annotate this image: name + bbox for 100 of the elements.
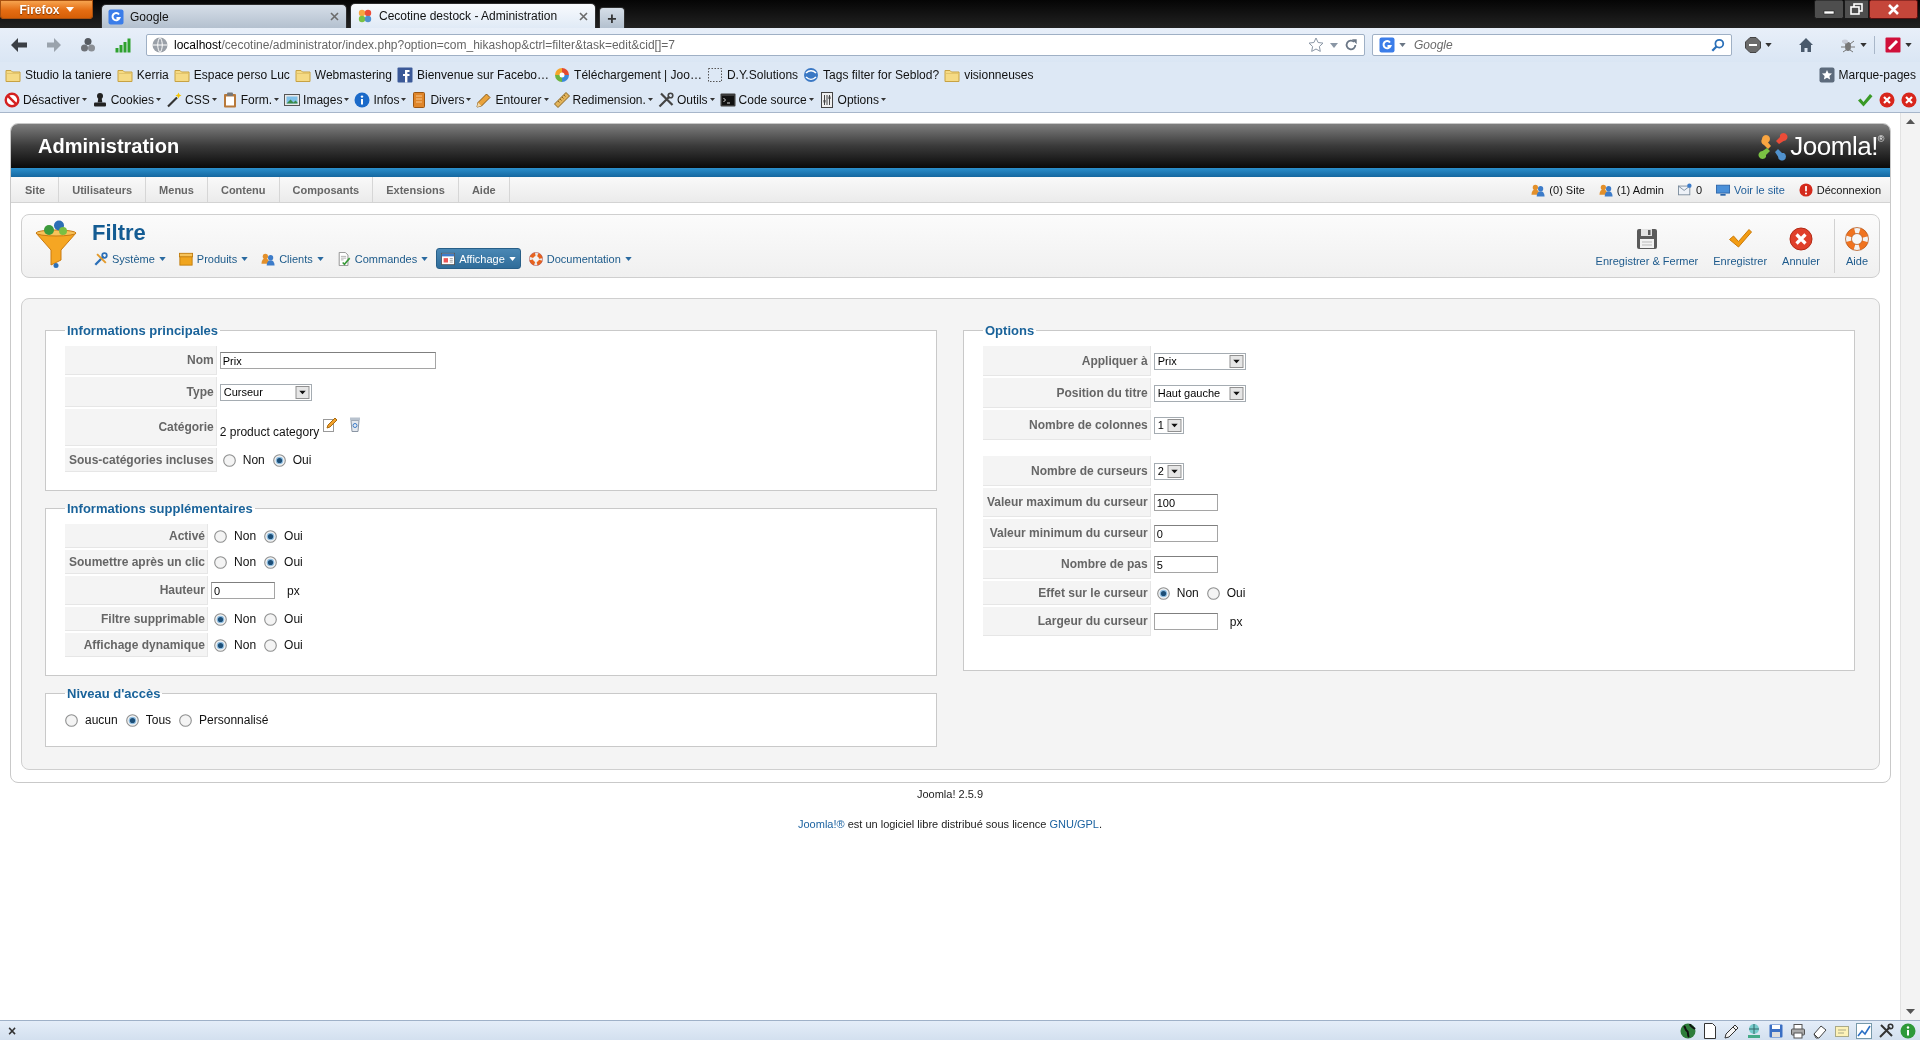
save-close-button[interactable]: Enregistrer & Fermer bbox=[1595, 215, 1699, 268]
toolbar-menu-button[interactable]: CSS bbox=[166, 91, 217, 108]
radio-button[interactable] bbox=[214, 612, 228, 626]
check-icon[interactable] bbox=[1857, 91, 1873, 108]
stop-sign-icon[interactable] bbox=[1745, 37, 1761, 53]
search-field[interactable]: Google bbox=[1372, 34, 1732, 56]
help-button[interactable]: Aide bbox=[1845, 215, 1869, 268]
radio-button[interactable] bbox=[1156, 586, 1170, 600]
caret-icon[interactable] bbox=[1905, 43, 1912, 47]
radio-button[interactable] bbox=[179, 713, 193, 727]
toolbar-menu-button[interactable]: Images bbox=[284, 91, 350, 108]
bookmark-item[interactable]: D.Y.Solutions bbox=[706, 66, 799, 83]
menu-item[interactable]: Site bbox=[12, 177, 60, 202]
restore-icon[interactable] bbox=[1844, 0, 1869, 19]
reload-icon[interactable] bbox=[1344, 38, 1358, 52]
select-field[interactable]: 2 bbox=[1153, 462, 1184, 480]
bookmark-item[interactable]: Webmastering bbox=[294, 66, 392, 83]
bookmark-item[interactable]: Espace perso Luc bbox=[173, 66, 290, 83]
bookmark-item[interactable]: Téléchargement | Joo… bbox=[554, 66, 702, 83]
browser-tab[interactable]: Google bbox=[101, 4, 347, 28]
text-field[interactable]: 0 bbox=[211, 582, 276, 599]
toolbar-menu-button[interactable]: Infos bbox=[354, 91, 407, 108]
radio-button[interactable] bbox=[264, 529, 278, 543]
signal-icon[interactable] bbox=[115, 37, 131, 53]
toolbar-menu-button[interactable]: Redimension. bbox=[553, 91, 653, 108]
star-icon[interactable] bbox=[1308, 37, 1324, 53]
bookmarks-menu-button[interactable]: Marque-pages bbox=[1818, 66, 1916, 83]
radio-button[interactable] bbox=[1206, 586, 1220, 600]
menu-item[interactable]: Aide bbox=[458, 177, 510, 202]
radio-button[interactable] bbox=[214, 555, 228, 569]
search-engine-icon[interactable] bbox=[1379, 37, 1395, 53]
link[interactable]: GNU/GPL bbox=[1049, 818, 1099, 830]
toolbar-menu-button[interactable]: Options bbox=[818, 91, 886, 108]
menu-item[interactable]: Utilisateurs bbox=[59, 177, 147, 202]
network-icon[interactable] bbox=[1746, 1022, 1762, 1039]
radio-button[interactable] bbox=[264, 638, 278, 652]
extension-icon[interactable] bbox=[1885, 37, 1901, 53]
menu-item[interactable]: Menus bbox=[146, 177, 208, 202]
radio-button[interactable] bbox=[214, 638, 228, 652]
radio-button[interactable] bbox=[222, 453, 236, 467]
text-field[interactable]: 100 bbox=[1153, 494, 1218, 511]
chart-icon[interactable] bbox=[1856, 1022, 1872, 1039]
select-field[interactable]: Haut gauche bbox=[1153, 384, 1246, 402]
toolbar-menu-button[interactable]: Cookies bbox=[91, 91, 162, 108]
new-tab-button[interactable]: + bbox=[599, 7, 625, 28]
text-field[interactable]: 0 bbox=[1153, 525, 1218, 542]
submenu-item[interactable]: Commandes bbox=[331, 248, 434, 269]
link[interactable]: Joomla!® bbox=[798, 818, 845, 830]
browser-tab[interactable]: Cecotine destock - Administration bbox=[350, 3, 596, 28]
radio-button[interactable] bbox=[125, 713, 139, 727]
home-icon[interactable] bbox=[1798, 37, 1814, 53]
menu-item[interactable]: Extensions bbox=[373, 177, 459, 202]
toolbar-menu-button[interactable]: Divers bbox=[411, 91, 472, 108]
bookmark-item[interactable]: Tags filter for Seblod? bbox=[803, 66, 940, 83]
caret-icon[interactable] bbox=[1860, 43, 1867, 47]
bookmark-item[interactable]: visionneuses bbox=[944, 66, 1034, 83]
radio-button[interactable] bbox=[264, 612, 278, 626]
floppy-icon[interactable] bbox=[1768, 1022, 1784, 1039]
bookmark-item[interactable]: Studio la taniere bbox=[5, 66, 112, 83]
submenu-item[interactable]: Clients bbox=[256, 248, 329, 269]
toolbar-menu-button[interactable]: Désactiver bbox=[4, 91, 87, 108]
radio-button[interactable] bbox=[264, 555, 278, 569]
menu-item[interactable]: Contenu bbox=[207, 177, 280, 202]
bookmark-item[interactable]: Bienvenue sur Facebo… bbox=[396, 66, 550, 83]
scrollbar[interactable] bbox=[1900, 113, 1920, 1020]
pencil-icon[interactable] bbox=[1724, 1022, 1740, 1039]
close-button[interactable]: × bbox=[8, 1022, 17, 1039]
scroll-up-icon[interactable] bbox=[1906, 119, 1915, 124]
cancel-button[interactable]: Annuler bbox=[1782, 215, 1820, 268]
menu-item[interactable]: Composants bbox=[279, 177, 374, 202]
text-field[interactable]: Prix bbox=[219, 352, 436, 369]
toolbar-menu-button[interactable]: Entourer bbox=[476, 91, 549, 108]
minimize-icon[interactable] bbox=[1814, 0, 1844, 19]
info-icon[interactable] bbox=[1900, 1022, 1916, 1039]
bug-icon[interactable] bbox=[1840, 37, 1856, 53]
caret-icon[interactable] bbox=[1765, 43, 1772, 47]
scroll-down-icon[interactable] bbox=[1906, 1009, 1915, 1014]
close-icon[interactable] bbox=[1869, 0, 1918, 19]
radio-button[interactable] bbox=[272, 453, 286, 467]
radio-button[interactable] bbox=[65, 713, 78, 727]
logout-link[interactable]: Déconnexion bbox=[1798, 182, 1881, 197]
save-button[interactable]: Enregistrer bbox=[1713, 215, 1768, 268]
search-icon[interactable] bbox=[1711, 38, 1725, 52]
submenu-item[interactable]: Affichage bbox=[436, 248, 521, 269]
printer-icon[interactable] bbox=[1790, 1022, 1806, 1039]
globe-icon[interactable] bbox=[1680, 1022, 1696, 1039]
toolbar-menu-button[interactable]: Code source bbox=[719, 91, 814, 108]
page-icon[interactable] bbox=[1702, 1022, 1718, 1039]
text-field[interactable] bbox=[1153, 613, 1218, 630]
tools-icon[interactable] bbox=[1878, 1022, 1894, 1039]
toolbar-menu-button[interactable]: Form. bbox=[221, 91, 280, 108]
link[interactable]: Voir le site bbox=[1716, 182, 1785, 197]
circles-icon[interactable] bbox=[80, 37, 96, 53]
radio-button[interactable] bbox=[214, 529, 228, 543]
select-field[interactable]: Curseur bbox=[219, 383, 312, 401]
submenu-item[interactable]: Documentation bbox=[523, 248, 637, 269]
caret-icon[interactable] bbox=[1399, 43, 1406, 47]
bookmark-item[interactable]: Kerria bbox=[116, 66, 169, 83]
select-field[interactable]: Prix bbox=[1153, 352, 1246, 370]
address-field[interactable]: localhost/cecotine/administrator/index.php?option=com_hikashop&ctrl=filter&task=edit&cid[]=7 bbox=[146, 34, 1365, 56]
